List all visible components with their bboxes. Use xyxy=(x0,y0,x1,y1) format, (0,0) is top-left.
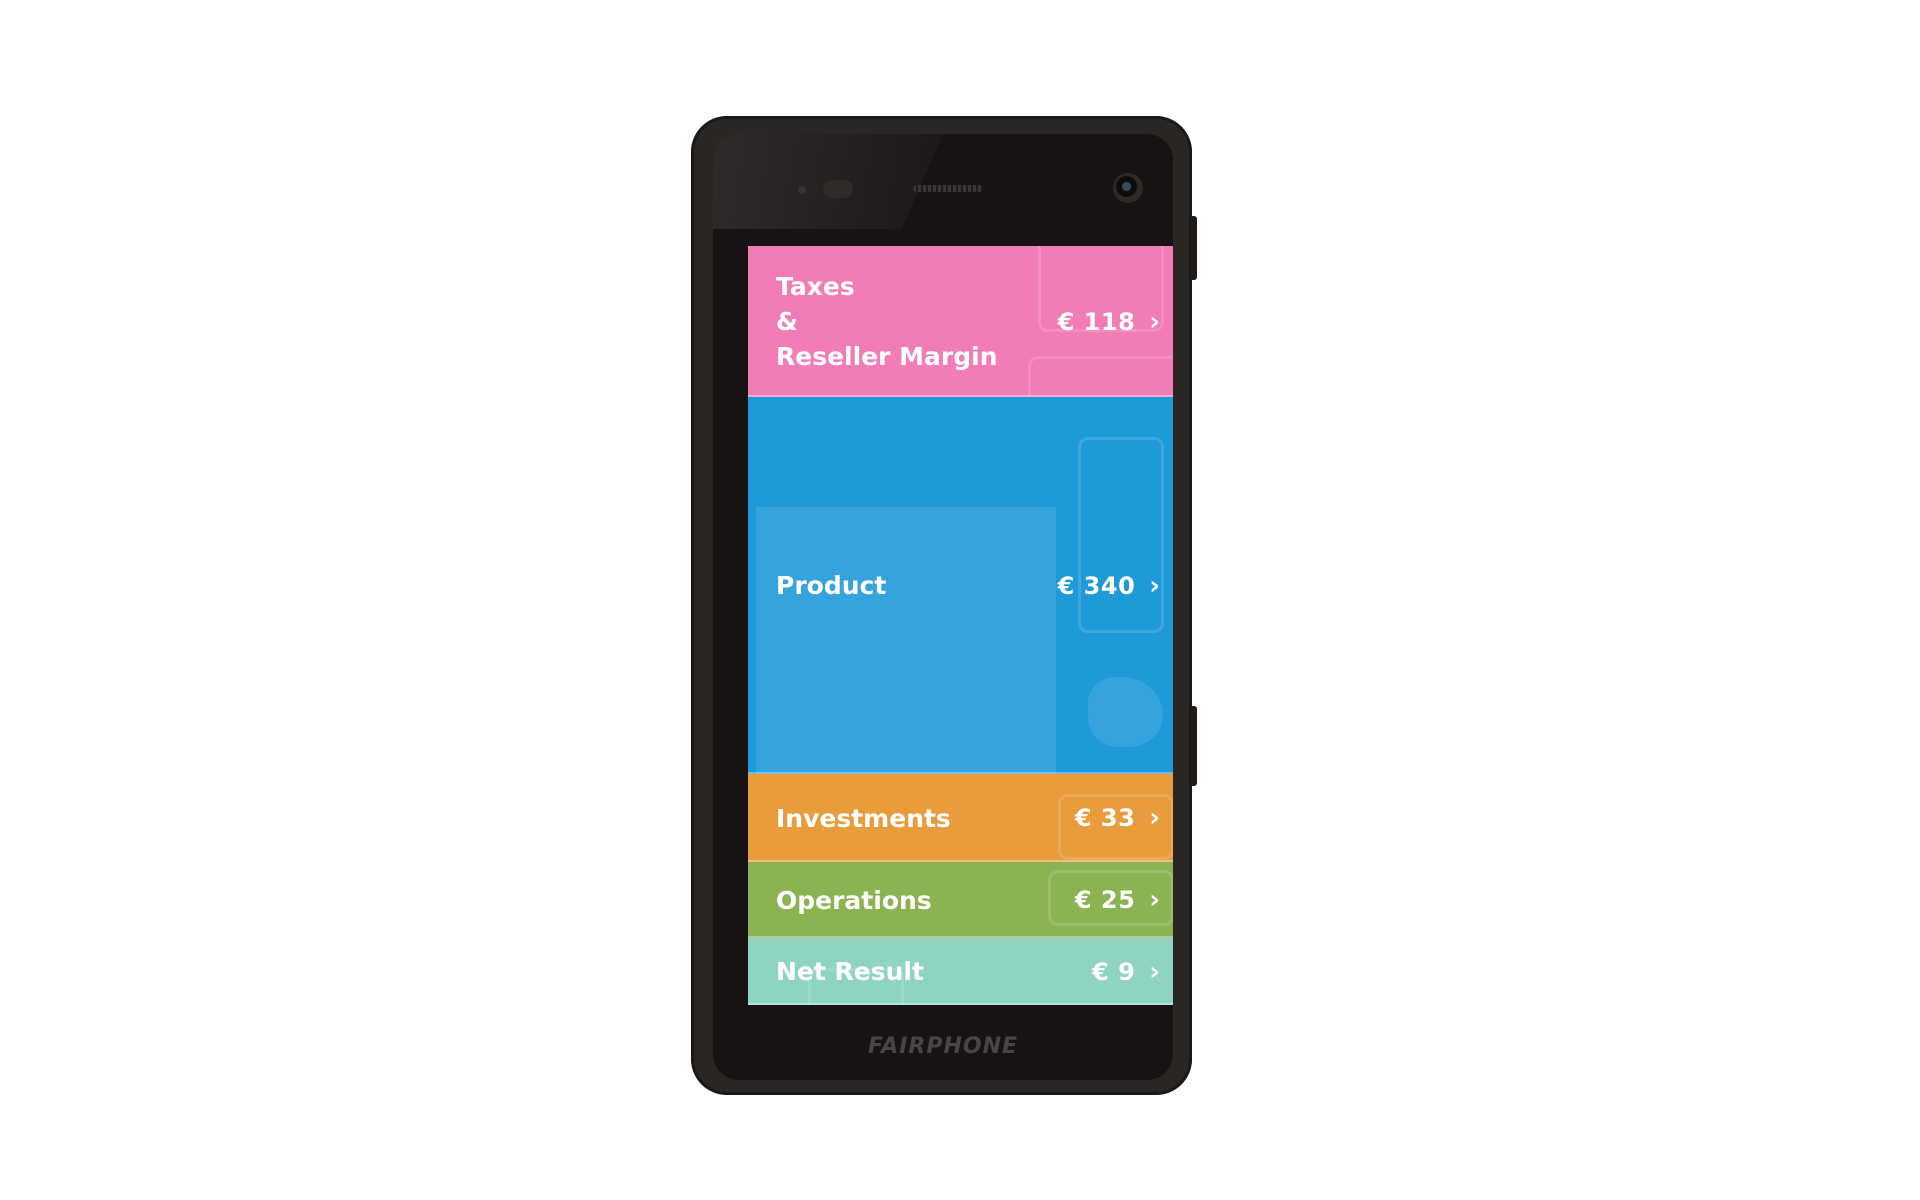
row-label: Net Result xyxy=(776,954,924,989)
row-net-result[interactable]: Net Result € 9 › xyxy=(748,938,1173,1005)
row-right: € 25 › xyxy=(1075,886,1160,914)
row-investments[interactable]: Investments € 33 › xyxy=(748,774,1173,862)
row-right: € 340 › xyxy=(1058,572,1160,600)
row-label-line: Taxes xyxy=(776,272,855,301)
row-taxes[interactable]: Taxes & Reseller Margin € 118 › xyxy=(748,246,1173,397)
row-label-line: Reseller Margin xyxy=(776,342,998,371)
front-camera xyxy=(1113,173,1143,203)
row-label: Product xyxy=(776,568,886,603)
row-right: € 118 › xyxy=(1058,308,1160,336)
row-value: € 33 xyxy=(1074,804,1136,832)
battery-decoration xyxy=(756,507,1056,774)
chevron-right-icon: › xyxy=(1149,885,1160,915)
row-value: € 9 xyxy=(1092,957,1136,986)
row-label: Taxes & Reseller Margin xyxy=(776,269,998,374)
row-operations[interactable]: Operations € 25 › xyxy=(748,862,1173,938)
row-value: € 118 xyxy=(1057,307,1136,336)
row-value: € 340 xyxy=(1057,571,1136,600)
chevron-right-icon: › xyxy=(1149,306,1160,337)
earpiece-speaker xyxy=(913,185,983,192)
row-right: € 33 › xyxy=(1075,804,1160,832)
circuit-decoration xyxy=(1028,356,1173,397)
row-product[interactable]: Product € 340 › xyxy=(748,397,1173,774)
cost-breakdown-screen: Taxes & Reseller Margin € 118 › Product xyxy=(748,246,1173,1005)
row-label-line: & xyxy=(776,307,798,336)
chevron-right-icon: › xyxy=(1149,570,1160,601)
phone-device: Taxes & Reseller Margin € 118 › Product xyxy=(691,116,1197,1095)
row-label-line: Operations xyxy=(776,885,932,915)
row-label-line: Product xyxy=(776,571,887,600)
chevron-right-icon: › xyxy=(1149,803,1160,833)
row-value: € 25 xyxy=(1074,886,1136,914)
volume-button xyxy=(1191,706,1197,786)
power-button xyxy=(1191,216,1197,280)
stage: Taxes & Reseller Margin € 118 › Product xyxy=(0,0,1920,1200)
light-sensor xyxy=(798,186,806,194)
row-label: Operations xyxy=(776,883,932,918)
brand-logo: FAIRPHONE xyxy=(867,1034,1019,1059)
row-right: € 9 › xyxy=(1092,958,1160,986)
row-label: Investments xyxy=(776,801,951,836)
chevron-right-icon: › xyxy=(1149,956,1160,987)
row-label-line: Net Result xyxy=(776,957,924,986)
row-label-line: Investments xyxy=(776,803,951,833)
circuit-decoration xyxy=(1078,437,1164,633)
map-decoration xyxy=(1088,677,1163,747)
phone-face: Taxes & Reseller Margin € 118 › Product xyxy=(713,134,1173,1080)
proximity-sensor xyxy=(823,180,853,198)
